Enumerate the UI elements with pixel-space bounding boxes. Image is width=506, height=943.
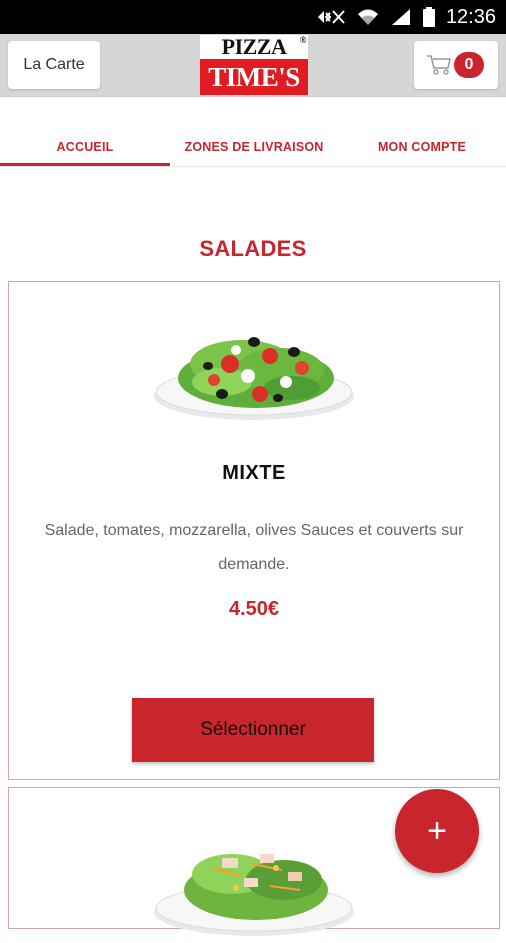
logo-trademark: ® <box>299 35 307 45</box>
app-header: La Carte PIZZA ® TIME'S 0 <box>0 34 506 97</box>
cart-count-badge: 0 <box>454 52 484 78</box>
section-title: SALADES <box>199 236 307 261</box>
pizza-times-logo[interactable]: PIZZA ® TIME'S <box>200 35 308 95</box>
status-bar: 12:36 <box>0 0 506 34</box>
tab-mon-compte[interactable]: MON COMPTE <box>338 130 506 164</box>
tab-bar: ACCUEIL ZONES DE LIVRAISON MON COMPTE <box>0 130 506 167</box>
item-description: Salade, tomates, mozzarella, olives Sauc… <box>44 522 464 573</box>
salad-image <box>152 828 356 943</box>
signal-icon <box>390 7 412 27</box>
tab-accueil[interactable]: ACCUEIL <box>0 130 170 164</box>
cart-button[interactable]: 0 <box>414 41 498 89</box>
add-fab-button[interactable]: + <box>395 789 479 873</box>
item-price: 4.50€ <box>228 598 280 620</box>
status-time: 12:36 <box>445 5 496 28</box>
item-name: MIXTE <box>222 462 286 484</box>
product-card: MIXTE Salade, tomates, mozzarella, olive… <box>8 281 500 780</box>
tab-zones-de-livraison[interactable]: ZONES DE LIVRAISON <box>170 130 338 164</box>
mute-icon <box>316 7 346 27</box>
salad-image <box>152 312 356 427</box>
cart-icon <box>426 54 452 81</box>
wifi-icon <box>356 7 380 27</box>
select-button[interactable]: Sélectionner <box>132 698 374 762</box>
logo-top: PIZZA ® <box>200 35 308 59</box>
la-carte-button[interactable]: La Carte <box>8 41 100 89</box>
battery-icon <box>422 6 436 28</box>
logo-line2: TIME'S <box>200 59 308 95</box>
active-tab-indicator <box>0 163 170 166</box>
status-icons: 12:36 <box>316 0 496 34</box>
logo-line1: PIZZA <box>221 34 287 59</box>
